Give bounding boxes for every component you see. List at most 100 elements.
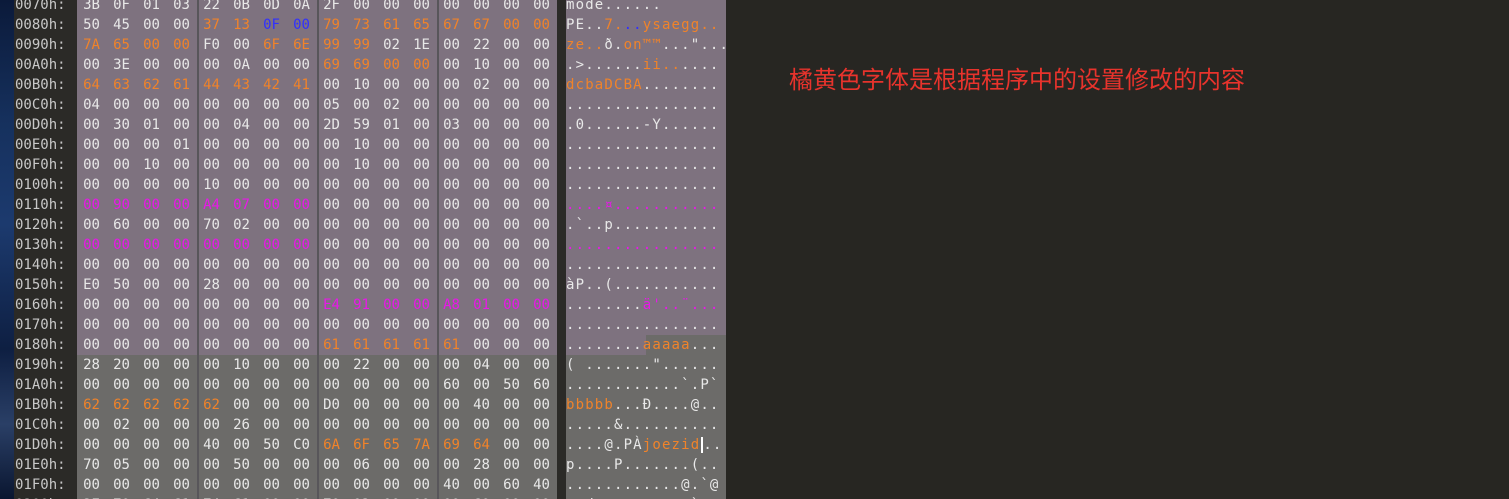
hex-byte[interactable]: 0A bbox=[291, 0, 312, 15]
hex-byte[interactable]: 3B bbox=[81, 0, 102, 15]
hex-byte[interactable]: 00 bbox=[321, 215, 342, 235]
hex-byte[interactable]: 00 bbox=[381, 215, 402, 235]
hex-byte[interactable]: 28 bbox=[471, 455, 492, 475]
hex-byte[interactable]: 00 bbox=[141, 55, 162, 75]
hex-row[interactable]: 00E0h: 00 00 00 01 00 00 00 00 00 10 00 00 00 00 00 00..… bbox=[14, 135, 726, 155]
hex-byte[interactable]: 26 bbox=[231, 415, 252, 435]
hex-byte[interactable]: 00 bbox=[81, 135, 102, 155]
hex-byte[interactable]: 00 bbox=[291, 395, 312, 415]
hex-byte[interactable]: 00 bbox=[411, 375, 432, 395]
ascii-column[interactable]: .....&.......... bbox=[566, 415, 726, 435]
hex-byte[interactable]: 00 bbox=[141, 475, 162, 495]
hex-byte[interactable]: 37 bbox=[201, 15, 222, 35]
hex-byte[interactable]: F0 bbox=[201, 35, 222, 55]
hex-byte[interactable]: 00 bbox=[141, 35, 162, 55]
hex-byte[interactable]: 01 bbox=[171, 135, 192, 155]
hex-byte[interactable]: 00 bbox=[81, 435, 102, 455]
ascii-column[interactable]: PE..7...ysaegg.. bbox=[566, 15, 726, 35]
hex-byte[interactable]: 00 bbox=[471, 475, 492, 495]
hex-row[interactable]: 0160h: 00 00 00 00 00 00 00 00 E4 91 00 00 A8 01 00 00..… bbox=[14, 295, 726, 315]
hex-byte[interactable]: 45 bbox=[111, 15, 132, 35]
hex-byte[interactable]: 02 bbox=[351, 495, 372, 499]
hex-byte[interactable]: 00 bbox=[261, 475, 282, 495]
hex-byte[interactable]: 04 bbox=[81, 95, 102, 115]
hex-byte[interactable]: 00 bbox=[141, 355, 162, 375]
hex-byte[interactable]: 00 bbox=[261, 115, 282, 135]
hex-byte[interactable]: 00 bbox=[501, 415, 522, 435]
hex-byte[interactable]: 00 bbox=[261, 415, 282, 435]
hex-byte[interactable]: 64 bbox=[471, 435, 492, 455]
hex-byte[interactable]: 00 bbox=[381, 455, 402, 475]
hex-byte[interactable]: 00 bbox=[171, 155, 192, 175]
hex-row[interactable]: 00D0h: 00 30 01 00 00 04 00 00 2D 59 01 00 03 00 00 00.0… bbox=[14, 115, 726, 135]
hex-byte[interactable]: 02 bbox=[381, 95, 402, 115]
hex-byte[interactable]: 00 bbox=[261, 235, 282, 255]
hex-byte[interactable]: 00 bbox=[501, 295, 522, 315]
hex-byte[interactable]: 00 bbox=[81, 335, 102, 355]
hex-byte[interactable]: 03 bbox=[441, 115, 462, 135]
hex-byte[interactable]: 6A bbox=[321, 435, 342, 455]
hex-byte[interactable]: 00 bbox=[471, 375, 492, 395]
hex-byte[interactable]: 00 bbox=[201, 115, 222, 135]
hex-byte[interactable]: 00 bbox=[501, 75, 522, 95]
hex-byte[interactable]: 00 bbox=[141, 435, 162, 455]
hex-byte[interactable]: 00 bbox=[321, 155, 342, 175]
hex-byte[interactable]: 00 bbox=[291, 235, 312, 255]
hex-byte[interactable]: 00 bbox=[261, 395, 282, 415]
hex-byte[interactable]: 22 bbox=[351, 355, 372, 375]
hex-byte[interactable]: 00 bbox=[231, 175, 252, 195]
hex-byte[interactable]: 00 bbox=[291, 275, 312, 295]
hex-byte[interactable]: 00 bbox=[231, 375, 252, 395]
hex-byte[interactable]: A4 bbox=[201, 195, 222, 215]
hex-byte[interactable]: 00 bbox=[231, 135, 252, 155]
hex-byte[interactable]: 20 bbox=[111, 355, 132, 375]
hex-byte[interactable]: 00 bbox=[291, 215, 312, 235]
hex-byte[interactable]: 10 bbox=[141, 155, 162, 175]
hex-byte[interactable]: 00 bbox=[111, 335, 132, 355]
hex-byte[interactable]: 00 bbox=[261, 95, 282, 115]
hex-byte[interactable]: 00 bbox=[411, 235, 432, 255]
ascii-column[interactable]: mode...... bbox=[566, 0, 726, 15]
hex-byte[interactable]: 00 bbox=[321, 235, 342, 255]
hex-byte[interactable]: 6F bbox=[351, 435, 372, 455]
ascii-column[interactable]: ....¤........... bbox=[566, 195, 726, 215]
hex-byte[interactable]: 00 bbox=[321, 195, 342, 215]
hex-byte[interactable]: 00 bbox=[231, 435, 252, 455]
hex-byte[interactable]: 00 bbox=[231, 335, 252, 355]
ascii-column[interactable]: ............`.P` bbox=[566, 375, 726, 395]
hex-byte[interactable]: 64 bbox=[81, 75, 102, 95]
ascii-column[interactable]: ................ bbox=[566, 235, 726, 255]
hex-byte[interactable]: 03 bbox=[171, 0, 192, 15]
hex-byte[interactable]: 00 bbox=[471, 0, 492, 15]
hex-byte[interactable]: 00 bbox=[411, 95, 432, 115]
hex-byte[interactable]: 00 bbox=[81, 115, 102, 135]
hex-editor-view[interactable]: 0070h: 3B 0F 01 03 22 0B 0D 0A 2F 00 00 00 00 00 00 00 mo… bbox=[14, 0, 726, 499]
hex-byte[interactable]: 00 bbox=[441, 55, 462, 75]
hex-byte[interactable]: 00 bbox=[501, 435, 522, 455]
hex-row[interactable]: 0130h: 00 00 00 00 00 00 00 00 00 00 00 00 00 00 00 00..… bbox=[14, 235, 726, 255]
hex-byte[interactable]: 01 bbox=[381, 115, 402, 135]
hex-byte[interactable]: 00 bbox=[291, 175, 312, 195]
hex-byte[interactable]: 00 bbox=[141, 15, 162, 35]
hex-byte[interactable]: 00 bbox=[531, 415, 552, 435]
hex-byte[interactable]: 74 bbox=[201, 495, 222, 499]
hex-byte[interactable]: 00 bbox=[231, 155, 252, 175]
hex-byte[interactable]: 00 bbox=[381, 315, 402, 335]
hex-byte[interactable]: 00 bbox=[291, 475, 312, 495]
hex-byte[interactable]: 00 bbox=[531, 235, 552, 255]
hex-byte[interactable]: 00 bbox=[531, 275, 552, 295]
hex-byte[interactable]: 00 bbox=[381, 475, 402, 495]
hex-byte[interactable]: 00 bbox=[201, 335, 222, 355]
hex-byte[interactable]: 00 bbox=[351, 415, 372, 435]
hex-byte[interactable]: 79 bbox=[321, 15, 342, 35]
hex-byte[interactable]: 70 bbox=[321, 495, 342, 499]
hex-byte[interactable]: 60 bbox=[111, 215, 132, 235]
hex-byte[interactable]: 00 bbox=[351, 235, 372, 255]
hex-byte[interactable]: 69 bbox=[321, 55, 342, 75]
ascii-column[interactable]: ( ......."...... bbox=[566, 355, 726, 375]
hex-byte[interactable]: 00 bbox=[321, 175, 342, 195]
ascii-column[interactable]: ................ bbox=[566, 135, 726, 155]
hex-byte[interactable]: 00 bbox=[381, 295, 402, 315]
hex-byte[interactable]: 00 bbox=[471, 95, 492, 115]
hex-byte[interactable]: 69 bbox=[441, 435, 462, 455]
